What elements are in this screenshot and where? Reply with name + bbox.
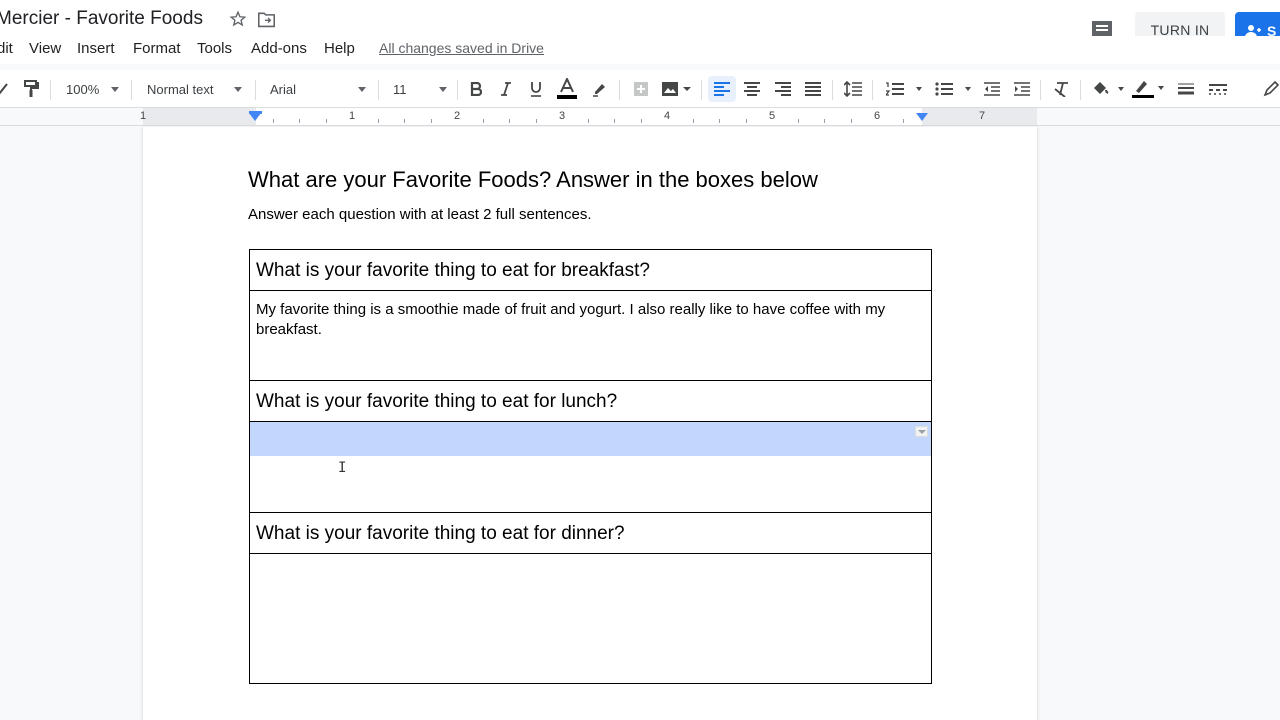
font-size-value: 11: [393, 81, 407, 97]
spellcheck-icon[interactable]: [0, 76, 10, 102]
toolbar-divider: [1080, 80, 1081, 100]
question-lunch[interactable]: What is your favorite thing to eat for l…: [250, 381, 931, 421]
menu-format[interactable]: Format: [133, 40, 181, 57]
align-justify-icon[interactable]: [802, 76, 824, 102]
border-color-icon[interactable]: [1130, 76, 1166, 102]
align-right-icon[interactable]: [772, 76, 794, 102]
insert-image-icon[interactable]: [658, 76, 694, 102]
menu-add-ons[interactable]: Add-ons: [251, 40, 307, 57]
right-indent-handle[interactable]: [916, 113, 928, 121]
cell-options-icon[interactable]: [915, 426, 928, 437]
border-width-icon[interactable]: [1175, 76, 1197, 102]
toolbar-divider: [619, 80, 620, 100]
save-status-link[interactable]: All changes saved in Drive: [379, 40, 544, 56]
google-docs-window: Mercier - Favorite Foods TURN IN S dit V…: [0, 0, 1280, 720]
decrease-indent-icon[interactable]: [981, 76, 1003, 102]
chevron-down-icon: [358, 87, 366, 92]
zoom-select[interactable]: 100%: [63, 76, 125, 102]
ruler-number: 4: [664, 110, 671, 122]
ruler-number: 2: [454, 110, 461, 122]
table-row: What is your favorite thing to eat for b…: [250, 250, 931, 291]
clear-formatting-icon[interactable]: [1051, 76, 1073, 102]
ruler-number: 7: [979, 110, 986, 122]
align-left-icon[interactable]: [708, 76, 736, 102]
ruler-number: 5: [769, 110, 776, 122]
highlight-icon[interactable]: [589, 76, 611, 102]
left-indent-handle[interactable]: [249, 113, 261, 121]
insert-comment-icon[interactable]: [630, 76, 652, 102]
bold-icon[interactable]: [465, 76, 487, 102]
document-instructions: Answer each question with at least 2 ful…: [248, 206, 592, 223]
toolbar-divider: [872, 80, 873, 100]
toolbar-divider: [255, 80, 256, 100]
menu-tools[interactable]: Tools: [197, 40, 232, 57]
line-spacing-icon[interactable]: [842, 76, 864, 102]
table-row: What is your favorite thing to eat for l…: [250, 381, 931, 422]
toolbar-divider: [457, 80, 458, 100]
answer-dinner[interactable]: [250, 554, 931, 683]
table-row: What is your favorite thing to eat for d…: [250, 513, 931, 554]
paint-format-icon[interactable]: [20, 76, 42, 102]
chevron-down-icon: [439, 87, 447, 92]
font-family-select[interactable]: Arial: [266, 76, 370, 102]
font-size-select[interactable]: 11: [389, 76, 451, 102]
document-page[interactable]: What are your Favorite Foods? Answer in …: [143, 127, 1037, 720]
table-row: I: [250, 422, 931, 513]
toolbar: 100% Normal text Arial 11: [0, 70, 1280, 108]
table-row: [250, 554, 931, 683]
text-cursor-icon: I: [338, 460, 347, 476]
italic-icon[interactable]: [495, 76, 517, 102]
toolbar-divider: [1040, 80, 1041, 100]
style-value: Normal text: [147, 81, 214, 97]
ruler-number: 6: [874, 110, 881, 122]
menu-help[interactable]: Help: [324, 40, 355, 57]
font-value: Arial: [270, 81, 297, 97]
menu-edit[interactable]: dit: [0, 40, 13, 57]
chevron-down-icon: [111, 87, 119, 92]
move-to-folder-icon[interactable]: [257, 11, 276, 28]
increase-indent-icon[interactable]: [1011, 76, 1033, 102]
question-dinner[interactable]: What is your favorite thing to eat for d…: [250, 513, 931, 553]
fill-color-icon[interactable]: [1090, 76, 1126, 102]
selected-cell-highlight: [250, 422, 931, 456]
chevron-down-icon: [234, 87, 242, 92]
document-heading: What are your Favorite Foods? Answer in …: [248, 167, 818, 192]
toolbar-divider: [50, 80, 51, 100]
toolbar-divider: [131, 80, 132, 100]
text-color-icon[interactable]: [555, 76, 579, 102]
title-bar: Mercier - Favorite Foods TURN IN S: [0, 0, 1280, 50]
ruler-number: 1: [349, 110, 356, 122]
menu-insert[interactable]: Insert: [77, 40, 115, 57]
toolbar-divider: [701, 80, 702, 100]
answer-breakfast[interactable]: My favorite thing is a smoothie made of …: [250, 291, 931, 380]
bulleted-list-icon[interactable]: [933, 76, 973, 102]
document-title[interactable]: Mercier - Favorite Foods: [0, 8, 203, 30]
table-row: My favorite thing is a smoothie made of …: [250, 291, 931, 381]
numbered-list-icon[interactable]: [884, 76, 924, 102]
pencil-icon[interactable]: [1262, 76, 1280, 102]
ruler: 1 1 2 3 4 5 6 7: [0, 108, 1280, 126]
ruler-number: 1: [140, 110, 147, 122]
align-center-icon[interactable]: [741, 76, 763, 102]
menu-view[interactable]: View: [29, 40, 61, 57]
zoom-value: 100%: [66, 81, 100, 97]
toolbar-divider: [832, 80, 833, 100]
star-icon[interactable]: [229, 10, 247, 28]
paragraph-style-select[interactable]: Normal text: [143, 76, 249, 102]
ruler-number: 3: [559, 110, 566, 122]
menu-bar: dit View Insert Format Tools Add-ons Hel…: [0, 36, 1280, 64]
toolbar-divider: [378, 80, 379, 100]
underline-icon[interactable]: [525, 76, 547, 102]
ruler-left-margin: [143, 108, 256, 125]
border-dash-icon[interactable]: [1207, 76, 1229, 102]
questions-table: What is your favorite thing to eat for b…: [249, 249, 932, 684]
question-breakfast[interactable]: What is your favorite thing to eat for b…: [250, 250, 931, 290]
